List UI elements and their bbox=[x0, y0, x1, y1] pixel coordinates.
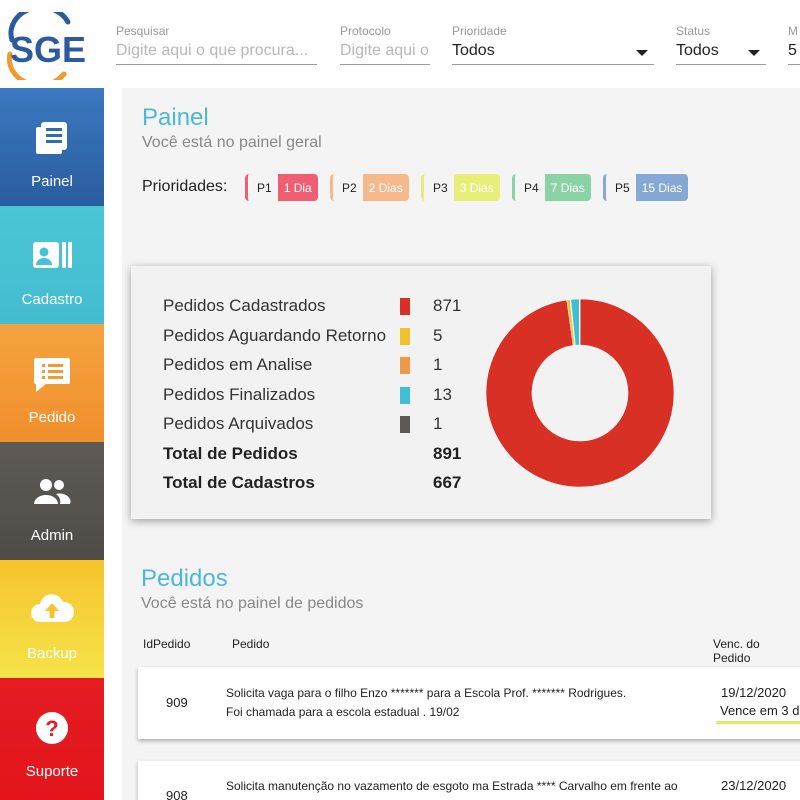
priority-days: 15 Dias bbox=[635, 174, 689, 201]
users-icon bbox=[0, 472, 104, 512]
stats-card: Pedidos Cadastrados 871 Pedidos Aguardan… bbox=[131, 266, 711, 519]
extra-select[interactable]: 5 bbox=[788, 42, 800, 65]
order-date: 23/12/2020 bbox=[721, 778, 787, 793]
priorities-label: Prioridades: bbox=[142, 178, 228, 195]
priority-value: Todos bbox=[452, 42, 495, 59]
stat-value: 5 bbox=[433, 326, 443, 345]
stat-value: 13 bbox=[433, 385, 452, 404]
legend-swatch bbox=[400, 357, 410, 374]
stat-label: Pedidos Arquivados bbox=[163, 414, 314, 433]
help-icon: ? bbox=[0, 708, 104, 748]
legend-swatch bbox=[400, 328, 410, 345]
column-header-id: IdPedido bbox=[143, 637, 191, 651]
extra-filter: M 5 bbox=[788, 24, 800, 65]
top-bar: SGE Pesquisar Protocolo Prioridade Todos… bbox=[0, 0, 800, 88]
message-list-icon bbox=[0, 354, 104, 394]
stat-value: 1 bbox=[433, 414, 443, 433]
sidebar-item-label: Backup bbox=[26, 645, 78, 662]
priority-chip-p1: P1 1 Dia bbox=[245, 174, 318, 201]
stat-value: 871 bbox=[433, 296, 462, 315]
status-value: Todos bbox=[676, 42, 719, 59]
stat-label: Pedidos Cadastrados bbox=[163, 296, 326, 315]
page-title: Painel bbox=[142, 104, 209, 131]
sidebar-divider bbox=[104, 88, 122, 800]
sidebar-item-suporte[interactable]: ? Suporte bbox=[0, 678, 104, 800]
column-header-pedido: Pedido bbox=[232, 637, 270, 651]
sidebar-item-label: Suporte bbox=[25, 763, 79, 780]
total-value: 891 bbox=[433, 444, 462, 463]
status-label: Status bbox=[676, 24, 711, 38]
legend-swatch bbox=[400, 387, 410, 404]
contact-card-icon bbox=[0, 236, 104, 276]
sidebar-item-painel[interactable]: Painel bbox=[0, 88, 104, 206]
priority-select[interactable]: Todos bbox=[452, 42, 654, 65]
donut-slice-pedidos-arquivados bbox=[579, 299, 581, 346]
newspaper-icon bbox=[0, 118, 104, 158]
chevron-down-icon bbox=[636, 50, 648, 56]
sidebar-item-backup[interactable]: Backup bbox=[0, 560, 104, 678]
page-subtitle: Você está no painel geral bbox=[142, 134, 322, 151]
table-row[interactable]: 909 Solicita vaga para o filho Enzo ****… bbox=[138, 667, 800, 739]
priority-chip-p3: P3 3 Dias bbox=[421, 174, 500, 201]
status-select[interactable]: Todos bbox=[676, 42, 766, 65]
legend-swatch bbox=[400, 416, 410, 433]
sge-logo: SGE bbox=[6, 12, 86, 80]
order-id: 909 bbox=[166, 695, 188, 710]
legend-swatch bbox=[400, 298, 410, 315]
protocol-filter: Protocolo bbox=[340, 24, 430, 65]
sidebar-item-admin[interactable]: Admin bbox=[0, 442, 104, 560]
order-date: 19/12/2020 bbox=[721, 685, 787, 700]
stat-label: Pedidos Aguardando Retorno bbox=[163, 326, 387, 345]
priority-name: P3 bbox=[421, 174, 454, 201]
priority-days: 2 Dias bbox=[362, 174, 409, 201]
search-label: Pesquisar bbox=[116, 24, 170, 38]
priority-label: Prioridade bbox=[452, 24, 507, 38]
order-text-line: Solicita manutenção no vazamento de esgo… bbox=[226, 779, 678, 793]
sidebar-item-pedido[interactable]: Pedido bbox=[0, 324, 104, 442]
orders-title: Pedidos bbox=[141, 565, 228, 592]
priority-name: P2 bbox=[330, 174, 363, 201]
due-badge: Vence em 3 dias bbox=[716, 703, 800, 724]
orders-subtitle: Você está no painel de pedidos bbox=[141, 595, 364, 612]
order-text-line: Foi chamada para a escola estadual . 19/… bbox=[226, 705, 460, 719]
priority-name: P4 bbox=[512, 174, 545, 201]
sidebar: Painel Cadastro Pedido Admin Backup ? Su… bbox=[0, 88, 104, 800]
priority-filter: Prioridade Todos bbox=[452, 24, 654, 65]
order-text-line: Solicita vaga para o filho Enzo ******* … bbox=[226, 686, 627, 700]
stat-label: Pedidos em Analise bbox=[163, 355, 313, 374]
svg-text:?: ? bbox=[45, 716, 58, 741]
priority-name: P1 bbox=[245, 174, 278, 201]
search-filter: Pesquisar bbox=[116, 24, 317, 65]
sidebar-item-label: Admin bbox=[30, 527, 74, 544]
stat-value: 1 bbox=[433, 355, 443, 374]
chevron-down-icon bbox=[748, 50, 760, 56]
status-filter: Status Todos bbox=[676, 24, 766, 65]
priority-days: 3 Dias bbox=[453, 174, 500, 201]
total-value: 667 bbox=[433, 473, 462, 492]
order-id: 908 bbox=[166, 788, 188, 800]
sidebar-item-cadastro[interactable]: Cadastro bbox=[0, 206, 104, 324]
priority-chip-p2: P2 2 Dias bbox=[330, 174, 409, 201]
total-label: Total de Pedidos bbox=[163, 444, 298, 463]
priority-name: P5 bbox=[603, 174, 636, 201]
sidebar-item-label: Painel bbox=[31, 173, 73, 190]
sidebar-item-label: Pedido bbox=[28, 409, 76, 426]
priority-days: 1 Dia bbox=[277, 174, 318, 201]
logo-text: SGE bbox=[10, 29, 86, 70]
protocol-label: Protocolo bbox=[340, 24, 391, 38]
cloud-upload-icon bbox=[0, 590, 104, 630]
search-input[interactable] bbox=[116, 42, 317, 65]
column-header-venc: Venc. do Pedido bbox=[713, 637, 760, 665]
sidebar-item-label: Cadastro bbox=[21, 291, 83, 308]
priority-chip-p5: P5 15 Dias bbox=[603, 174, 689, 201]
stat-label: Pedidos Finalizados bbox=[163, 385, 316, 404]
extra-label: M bbox=[788, 24, 798, 38]
table-row[interactable]: 908 Solicita manutenção no vazamento de … bbox=[138, 761, 800, 800]
priority-chip-p4: P4 7 Dias bbox=[512, 174, 591, 201]
total-label: Total de Cadastros bbox=[163, 473, 315, 492]
status-donut-chart bbox=[486, 299, 674, 487]
priority-days: 7 Dias bbox=[544, 174, 591, 201]
protocol-input[interactable] bbox=[340, 42, 430, 65]
